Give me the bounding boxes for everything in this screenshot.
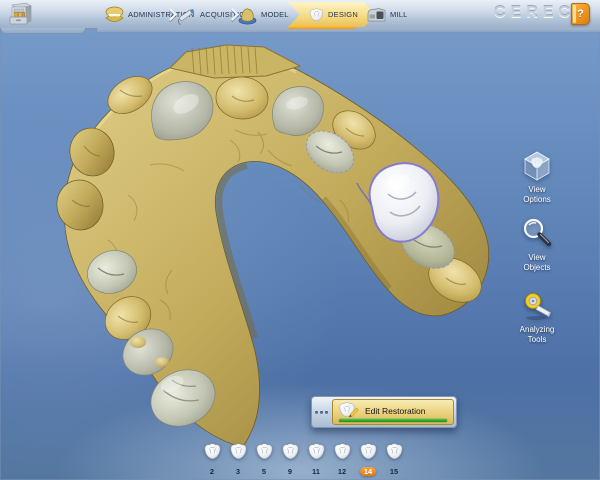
toolbar-notch-left [0,28,86,34]
view-objects-button[interactable]: View Objects [504,216,570,273]
magnifier-icon [519,216,555,250]
tool-label: View Options [514,185,560,205]
analyzing-tools-button[interactable]: Analyzing Tools [504,288,570,345]
view-options-cube-icon [519,148,555,182]
tooth-item[interactable]: 2 [199,442,225,479]
progress-bar [339,419,447,422]
patient-database-icon[interactable] [7,1,35,28]
tooth-number: 9 [286,467,294,476]
tooth-pencil-icon [337,401,361,421]
tooth-number: 5 [260,467,268,476]
tooth-item[interactable]: 15 [381,442,407,479]
tooth-item[interactable]: 9 [277,442,303,479]
design-icon [308,7,325,23]
tab-label: MILL [390,10,407,19]
tooth-glyph-icon [228,442,249,461]
mill-icon [366,4,387,26]
administration-icon [104,4,125,26]
tooth-glyph-icon [306,442,327,461]
tooth-number: 15 [390,467,398,476]
tab-model[interactable]: MODEL [237,2,289,27]
view-options-button[interactable]: View Options [504,148,570,205]
tab-mill[interactable]: MILL [366,2,407,27]
tooth-glyph-icon [280,442,301,461]
acquisition-icon [176,4,197,26]
tape-measure-icon [519,288,555,322]
tooth-bar: 2 3 5 9 11 12 14 15 [199,442,407,479]
help-icon[interactable]: ? [571,3,590,25]
tooth-number: 12 [338,467,346,476]
tool-label: Analyzing Tools [514,325,560,345]
tooth-item[interactable]: 11 [303,442,329,479]
tab-label: DESIGN [328,10,358,19]
tab-design[interactable]: DESIGN [288,2,376,27]
tool-label: View Objects [514,253,560,273]
edit-restoration-panel: Edit Restoration [311,396,457,428]
tooth-item[interactable]: 12 [329,442,355,479]
tooth-glyph-icon [358,442,379,461]
model-icon [237,4,258,26]
tooth-number: 2 [208,467,216,476]
tooth-item[interactable]: 14 [355,442,381,479]
tooth-glyph-icon [254,442,275,461]
tooth-item[interactable]: 3 [225,442,251,479]
active-tab-underline [288,26,355,29]
edit-restoration-label: Edit Restoration [365,406,425,416]
tooth-glyph-icon [384,442,405,461]
drag-handle[interactable] [312,397,331,427]
tooth-number: 11 [312,467,320,476]
cerec-logo: CEREC [494,4,575,22]
tooth-number: 3 [234,467,242,476]
edit-restoration-button[interactable]: Edit Restoration [332,399,454,425]
selected-tooth-badge: 14 [360,467,376,476]
tooth-item[interactable]: 5 [251,442,277,479]
model-arch[interactable] [54,45,490,446]
tooth-glyph-icon [202,442,223,461]
application-window: ADMINISTRATION ACQUISITION MODEL DESIGN [0,0,600,480]
tooth-glyph-icon [332,442,353,461]
tab-label: MODEL [261,10,289,19]
